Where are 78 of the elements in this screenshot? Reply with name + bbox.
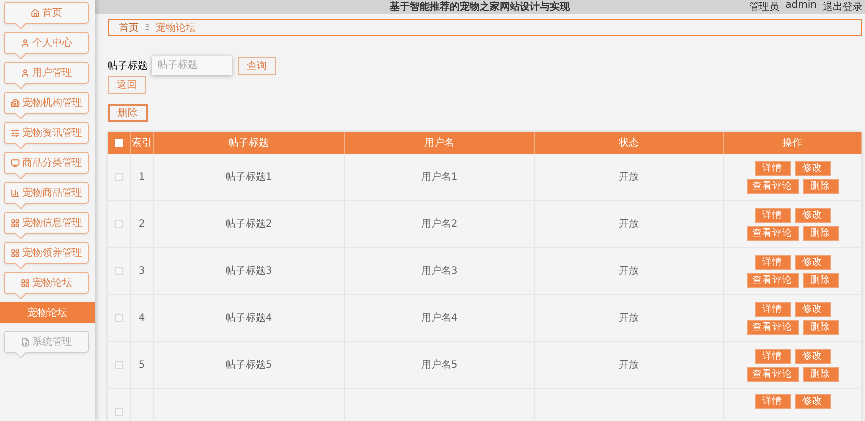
table-cell: 5 xyxy=(131,342,154,389)
table-cell: 用户名2 xyxy=(345,201,535,248)
column-header: 用户名 xyxy=(345,132,535,154)
action-button[interactable]: 详情 xyxy=(754,160,790,176)
submenu-item[interactable]: 宠物论坛 xyxy=(0,302,95,323)
action-button[interactable]: 修改 xyxy=(794,348,830,364)
table-cell: 开放 xyxy=(535,342,724,389)
user-role: 管理员 xyxy=(750,1,780,14)
table-cell: 用户名5 xyxy=(345,342,535,389)
delete-button[interactable]: 删除 xyxy=(108,104,148,122)
back-button[interactable]: 返回 xyxy=(108,76,146,94)
action-button[interactable]: 修改 xyxy=(794,208,830,222)
column-header: 操作 xyxy=(724,132,862,154)
table-cell: 帖子标题4 xyxy=(154,295,345,342)
row-checkbox[interactable] xyxy=(115,220,123,228)
action-button[interactable]: 查看评论 xyxy=(746,178,798,194)
action-button[interactable]: 详情 xyxy=(754,394,790,409)
row-checkbox[interactable] xyxy=(115,267,123,275)
breadcrumb-link[interactable]: 宠物论坛 xyxy=(156,20,196,34)
row-checkbox[interactable] xyxy=(115,173,123,181)
action-button[interactable]: 查看评论 xyxy=(746,226,798,240)
table-cell: 开放 xyxy=(535,248,724,295)
user-name: admin xyxy=(786,0,817,13)
column-header: 状态 xyxy=(535,132,724,154)
action-button[interactable]: 修改 xyxy=(794,302,830,316)
table-cell: 用户名1 xyxy=(345,154,535,201)
table-cell: 帖子标题5 xyxy=(154,342,345,389)
action-button[interactable]: 删除 xyxy=(802,366,838,382)
action-button[interactable]: 删除 xyxy=(802,272,838,288)
user-icon xyxy=(20,38,30,48)
row-checkbox[interactable] xyxy=(115,408,123,416)
action-button[interactable]: 删除 xyxy=(802,178,838,194)
table-cell: 2 xyxy=(131,201,154,248)
grid-icon xyxy=(10,248,20,258)
logout-link[interactable]: 退出登录 xyxy=(823,0,863,14)
table-cell: 1 xyxy=(131,154,154,201)
action-button[interactable]: 详情 xyxy=(754,208,790,222)
row-checkbox[interactable] xyxy=(115,361,123,369)
table-cell: 帖子标题3 xyxy=(154,248,345,295)
bar-chart-icon xyxy=(10,188,20,198)
grid-icon xyxy=(20,278,30,288)
grid-icon xyxy=(10,218,20,228)
table-cell: 用户名3 xyxy=(345,248,535,295)
building-icon xyxy=(10,98,20,108)
table-cell: 开放 xyxy=(535,201,724,248)
column-header: 索引 xyxy=(131,132,154,154)
action-button[interactable]: 修改 xyxy=(794,394,830,409)
row-checkbox[interactable] xyxy=(115,314,123,322)
action-button[interactable]: 查看评论 xyxy=(746,366,798,382)
action-button[interactable]: 查看评论 xyxy=(746,272,798,288)
action-button[interactable]: 详情 xyxy=(754,348,790,364)
site-title: 基于智能推荐的宠物之家网站设计与实现 xyxy=(390,0,570,14)
action-button[interactable]: 查看评论 xyxy=(746,320,798,334)
action-button[interactable]: 删除 xyxy=(802,320,838,334)
action-button[interactable]: 修改 xyxy=(794,254,830,270)
search-field[interactable]: 帖子标题 xyxy=(152,56,232,75)
monitor-icon xyxy=(10,158,20,168)
table-cell: 开放 xyxy=(535,295,724,342)
search-button[interactable]: 查询 xyxy=(238,56,276,74)
action-button[interactable]: 详情 xyxy=(754,254,790,270)
chart-icon xyxy=(20,338,30,346)
user-icon xyxy=(20,68,30,78)
action-button[interactable]: 修改 xyxy=(794,160,830,176)
select-all-checkbox[interactable] xyxy=(115,139,123,147)
action-button[interactable]: 删除 xyxy=(802,226,838,240)
column-header: 帖子标题 xyxy=(154,132,345,154)
sliders-icon xyxy=(10,128,20,138)
search-label: 帖子标题 xyxy=(108,60,148,72)
action-button[interactable]: 详情 xyxy=(754,302,790,316)
table-cell: 帖子标题1 xyxy=(154,154,345,201)
table-cell: 4 xyxy=(131,295,154,342)
breadcrumb-separator: Ξ xyxy=(145,23,150,32)
home-icon xyxy=(30,8,40,18)
breadcrumb-link[interactable]: 首页 xyxy=(119,20,139,34)
table-cell: 3 xyxy=(131,248,154,295)
table-cell: 用户名4 xyxy=(345,295,535,342)
table-cell: 开放 xyxy=(535,154,724,201)
table-cell: 帖子标题2 xyxy=(154,201,345,248)
